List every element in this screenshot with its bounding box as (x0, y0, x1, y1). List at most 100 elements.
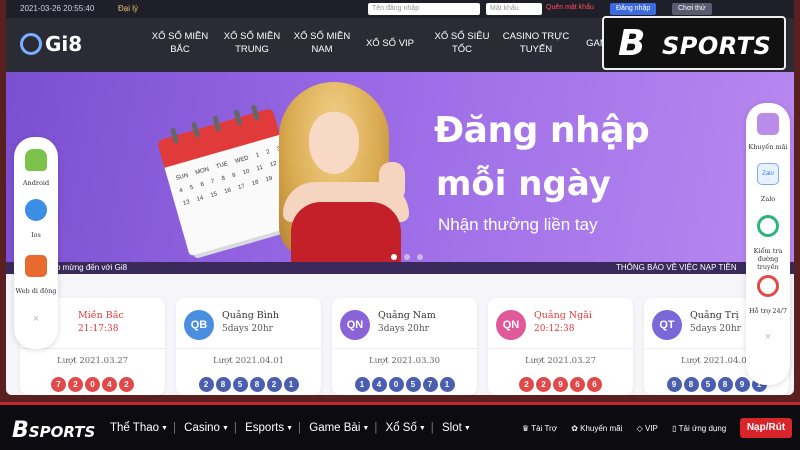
card-title: Quảng Bình (222, 310, 280, 321)
nav-sieu-toc[interactable]: XỔ SỐ SIÊU TỐC (426, 30, 498, 56)
lottery-card-quang-ngai[interactable]: QN Quảng Ngãi 20:12:38 Lượt 2021.03.27 2… (488, 298, 633, 395)
menu-the-thao[interactable]: Thể Thao ▼ (110, 422, 168, 434)
result-ball: 2 (536, 377, 551, 392)
ticker-notice[interactable]: THÔNG BÁO VỀ VIỆC NẠP TIỀN (616, 263, 737, 272)
result-ball: 1 (439, 377, 455, 392)
headset-icon[interactable] (757, 275, 779, 297)
menu-label: Game Bài (309, 422, 361, 434)
zalo-icon[interactable]: Zalo (757, 163, 779, 185)
card-draw-date: Lượt 2021.03.27 (524, 356, 597, 366)
connection-icon[interactable] (757, 215, 779, 237)
login-button[interactable]: Đăng nhập (610, 3, 657, 15)
bottom-menu: Thể Thao ▼ | Casino ▼ | Esports ▼ | Game Bài ▼ |… (110, 422, 471, 434)
link-label: Tải ứng dụng (678, 424, 727, 433)
deposit-withdraw-button[interactable]: Nạp/Rút (740, 418, 792, 438)
bsports-watermark-badge: B SPORTS (602, 16, 786, 70)
gift-icon[interactable] (757, 113, 779, 135)
carousel-dot-3[interactable] (417, 254, 423, 260)
menu-xo-so[interactable]: Xổ Số ▼ (386, 422, 426, 434)
menu-label: Slot (442, 422, 462, 434)
support-label[interactable]: Hỗ trợ 24/7 (746, 307, 790, 315)
bsports-logo[interactable]: BSPORTS (12, 418, 95, 443)
gi8-logo[interactable]: Gi8 (20, 32, 82, 57)
card-title: Quảng Trị (690, 310, 739, 321)
result-ball: 5 (232, 377, 248, 392)
result-ball: 8 (683, 377, 699, 392)
menu-esports[interactable]: Esports ▼ (245, 422, 293, 434)
close-icon[interactable]: × (746, 331, 790, 343)
android-icon[interactable] (25, 149, 47, 171)
link-label: VIP (645, 424, 658, 433)
nav-xo-so-vip[interactable]: XỔ SỐ VIP (360, 37, 420, 50)
promo-banner[interactable]: SUN MON TUE WED 1 2 3 4 5 6 7 8 9 10 11 … (6, 72, 794, 262)
password-input[interactable]: Mật khẩu (486, 3, 542, 15)
result-ball: 2 (119, 377, 134, 392)
screen: 2021-03-26 20:55:40 Đại lý Tên đăng nhập… (0, 0, 800, 450)
zalo-icon-text: Zalo (762, 171, 774, 177)
phone-icon: ▯ (672, 424, 677, 433)
close-icon[interactable]: × (14, 313, 58, 325)
banner-headline-1: Đăng nhập (434, 110, 650, 151)
zalo-label[interactable]: Zalo (746, 195, 790, 203)
apple-icon[interactable] (25, 199, 47, 221)
logo-b: B (12, 418, 29, 443)
menu-casino[interactable]: Casino ▼ (184, 422, 229, 434)
result-ball: 8 (215, 377, 231, 392)
carousel-dots (391, 247, 430, 262)
card-result-balls: 285821 (176, 374, 321, 392)
current-datetime: 2021-03-26 20:55:40 (20, 4, 95, 13)
card-draw-date: Lượt 2021.03.27 (56, 356, 129, 366)
android-label[interactable]: Android (14, 179, 58, 187)
result-ball: 1 (354, 377, 370, 392)
result-ball: 6 (587, 377, 602, 392)
province-badge: QB (184, 310, 214, 340)
lottery-card-quang-binh[interactable]: QB Quảng Bình 5days 20hr Lượt 2021.04.01… (176, 298, 321, 395)
carousel-dot-1[interactable] (391, 254, 397, 260)
promotion-link[interactable]: ✿ Khuyến mãi (571, 424, 622, 433)
nav-label: TRUNG (235, 44, 269, 55)
sponsor-link[interactable]: ♛ Tài Trợ (522, 424, 557, 433)
province-badge: QT (652, 310, 682, 340)
trophy-icon: ♛ (522, 424, 530, 433)
menu-label: Xổ Số (385, 422, 417, 434)
nav-mien-bac[interactable]: XỔ SỐ MIỀN BẮC (144, 30, 216, 56)
province-badge: QN (340, 310, 370, 340)
download-app-link[interactable]: ▯ Tải ứng dụng (672, 424, 726, 433)
nav-mien-nam[interactable]: XỔ SỐ MIỀN NAM (286, 30, 358, 56)
web-mobile-label[interactable]: Web di động (14, 287, 58, 295)
chevron-down-icon: ▼ (362, 425, 370, 432)
announcement-ticker: o mừng đến với Gi8 THÔNG BÁO VỀ VIỆC NẠP… (6, 262, 794, 274)
html5-icon[interactable] (25, 255, 47, 277)
route-check-label[interactable]: Kiểm tra đường truyền (746, 247, 790, 271)
ios-label[interactable]: Ios (14, 231, 58, 239)
result-ball: 2 (68, 377, 83, 392)
username-input[interactable]: Tên đăng nhập (368, 3, 480, 15)
result-ball: 2 (519, 377, 534, 392)
chevron-down-icon: ▼ (463, 425, 471, 432)
nav-label: BẮC (170, 44, 190, 55)
card-result-balls: 22966 (488, 374, 633, 392)
nav-casino[interactable]: CASINO TRỰC TUYẾN (498, 30, 574, 56)
nav-label: TUYẾN (519, 44, 553, 55)
vip-link[interactable]: ◇ VIP (637, 424, 658, 433)
menu-slot[interactable]: Slot ▼ (442, 422, 471, 434)
lottery-card-quang-nam[interactable]: QN Quảng Nam 3days 20hr Lượt 2021.03.30 … (332, 298, 477, 395)
try-play-button[interactable]: Chơi thử (672, 3, 712, 15)
card-result-balls: 140571 (332, 374, 477, 392)
result-ball: 6 (570, 377, 585, 392)
nav-label: TỐC (451, 44, 473, 55)
card-countdown: 5days 20hr (690, 324, 741, 334)
agency-link[interactable]: Đại lý (118, 4, 138, 13)
promo-label[interactable]: Khuyến mãi (746, 143, 790, 151)
card-title: Miền Bắc (78, 310, 124, 321)
nav-mien-trung[interactable]: XỔ SỐ MIỀN TRUNG (216, 30, 288, 56)
result-ball: 0 (85, 377, 100, 392)
menu-game-bai[interactable]: Game Bài ▼ (309, 422, 369, 434)
gi8-logo-mark-icon (20, 32, 42, 55)
carousel-dot-2[interactable] (404, 254, 410, 260)
card-countdown: 3days 20hr (378, 324, 429, 334)
nav-label: XỔ SỐ MIỀN (151, 31, 209, 42)
nav-label: XỔ SỐ SIÊU (434, 31, 490, 42)
nav-label: XỔ SỐ MIỀN (293, 31, 351, 42)
forgot-password-link[interactable]: Quên mật khẩu (546, 4, 594, 11)
